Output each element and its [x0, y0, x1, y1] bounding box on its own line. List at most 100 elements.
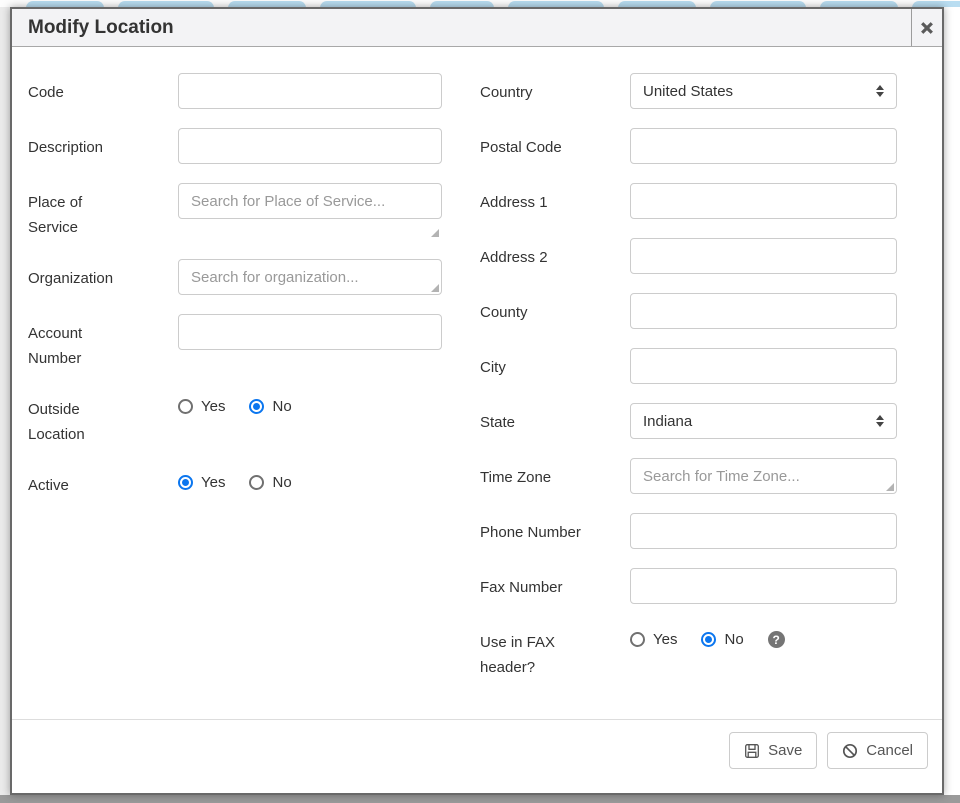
phone-number-control — [630, 513, 897, 549]
country-select[interactable]: United States — [630, 73, 897, 109]
outside-location-radio-no[interactable]: No — [249, 398, 291, 415]
dialog-footer: Save Cancel — [12, 719, 942, 793]
phone-number-label: Phone Number — [480, 513, 630, 549]
state-select[interactable]: Indiana — [630, 403, 897, 439]
postal-code-input[interactable] — [630, 128, 897, 164]
form-row-outside-location: Outside LocationYesNo — [28, 390, 442, 447]
time-zone-label: Time Zone — [480, 458, 630, 494]
code-input[interactable] — [178, 73, 442, 109]
ban-circle-icon — [842, 743, 858, 759]
cancel-button[interactable]: Cancel — [827, 732, 928, 769]
code-label: Code — [28, 73, 178, 109]
use-in-fax-header-radio-yes-label: Yes — [653, 631, 677, 648]
up-down-arrows-icon — [876, 85, 884, 97]
state-control: Indiana — [630, 403, 897, 439]
account-number-label: Account Number — [28, 314, 178, 371]
address-1-input[interactable] — [630, 183, 897, 219]
active-radio-yes-label: Yes — [201, 474, 225, 491]
place-of-service-label: Place of Service — [28, 183, 178, 240]
use-in-fax-header-radio-group: Yes No? — [630, 623, 897, 648]
outside-location-radio-no-label: No — [272, 398, 291, 415]
city-input[interactable] — [630, 348, 897, 384]
dialog-body: Code Description Place of Service Organizat… — [12, 47, 942, 719]
background-page-bottom — [0, 795, 960, 803]
cancel-button-label: Cancel — [866, 742, 913, 759]
form-column-left: Code Description Place of Service Organizat… — [28, 73, 442, 719]
active-radio-no-label: No — [272, 474, 291, 491]
radio-icon — [178, 399, 193, 414]
state-select-value: Indiana — [643, 413, 692, 430]
use-in-fax-header-control: Yes No? — [630, 623, 897, 680]
form-row-use-in-fax-header: Use in FAX header? Yes No? — [480, 623, 897, 680]
use-in-fax-header-radio-no-label: No — [724, 631, 743, 648]
use-in-fax-header-radio-yes[interactable]: Yes — [630, 631, 677, 648]
form-row-state: StateIndiana — [480, 403, 897, 439]
country-label: Country — [480, 73, 630, 109]
corner-grip-icon — [886, 483, 894, 491]
outside-location-radio-group: Yes No — [178, 390, 442, 415]
description-input[interactable] — [178, 128, 442, 164]
time-zone-control — [630, 458, 897, 494]
fax-number-input[interactable] — [630, 568, 897, 604]
outside-location-control: Yes No — [178, 390, 442, 447]
account-number-input[interactable] — [178, 314, 442, 350]
address-1-control — [630, 183, 897, 219]
form-row-description: Description — [28, 128, 442, 164]
background-page-top — [0, 0, 960, 7]
radio-icon — [249, 399, 264, 414]
form-row-active: ActiveYesNo — [28, 466, 442, 498]
close-button[interactable] — [911, 9, 942, 46]
code-control — [178, 73, 442, 109]
radio-icon — [701, 632, 716, 647]
radio-icon — [249, 475, 264, 490]
use-in-fax-header-label: Use in FAX header? — [480, 623, 630, 680]
up-down-arrows-icon — [876, 415, 884, 427]
account-number-control — [178, 314, 442, 371]
address-1-label: Address 1 — [480, 183, 630, 219]
city-control — [630, 348, 897, 384]
form-row-code: Code — [28, 73, 442, 109]
outside-location-radio-yes-label: Yes — [201, 398, 225, 415]
form-row-country: Country United States — [480, 73, 897, 109]
active-radio-no[interactable]: No — [249, 474, 291, 491]
save-button[interactable]: Save — [729, 732, 817, 769]
form-row-address-2: Address 2 — [480, 238, 897, 274]
address-2-input[interactable] — [630, 238, 897, 274]
form-row-city: City — [480, 348, 897, 384]
corner-grip-icon — [431, 284, 439, 292]
form-row-postal-code: Postal Code — [480, 128, 897, 164]
form-row-address-1: Address 1 — [480, 183, 897, 219]
description-label: Description — [28, 128, 178, 164]
address-2-label: Address 2 — [480, 238, 630, 274]
modify-location-dialog: Modify Location Code Description Place of … — [10, 7, 944, 795]
outside-location-radio-yes[interactable]: Yes — [178, 398, 225, 415]
form-row-time-zone: Time Zone — [480, 458, 897, 494]
active-radio-yes[interactable]: Yes — [178, 474, 225, 491]
county-input[interactable] — [630, 293, 897, 329]
postal-code-control — [630, 128, 897, 164]
organization-label: Organization — [28, 259, 178, 295]
active-control: Yes No — [178, 466, 442, 498]
close-icon — [920, 21, 934, 35]
place-of-service-search-input[interactable] — [178, 183, 442, 219]
form-row-county: County — [480, 293, 897, 329]
county-label: County — [480, 293, 630, 329]
form-row-organization: Organization — [28, 259, 442, 295]
form-column-right: Country United States Postal Code Address 1… — [480, 73, 897, 719]
phone-number-input[interactable] — [630, 513, 897, 549]
use-in-fax-header-radio-no[interactable]: No — [701, 631, 743, 648]
fax-number-label: Fax Number — [480, 568, 630, 604]
description-control — [178, 128, 442, 164]
background-page-left — [0, 7, 10, 795]
fax-number-control — [630, 568, 897, 604]
dialog-title: Modify Location — [12, 17, 174, 39]
form-row-account-number: Account Number — [28, 314, 442, 371]
form-row-fax-number: Fax Number — [480, 568, 897, 604]
country-select-value: United States — [643, 83, 733, 100]
time-zone-search-input[interactable] — [630, 458, 897, 494]
help-icon[interactable]: ? — [768, 631, 785, 648]
organization-control — [178, 259, 442, 295]
dialog-header: Modify Location — [12, 9, 942, 47]
postal-code-label: Postal Code — [480, 128, 630, 164]
organization-search-input[interactable] — [178, 259, 442, 295]
